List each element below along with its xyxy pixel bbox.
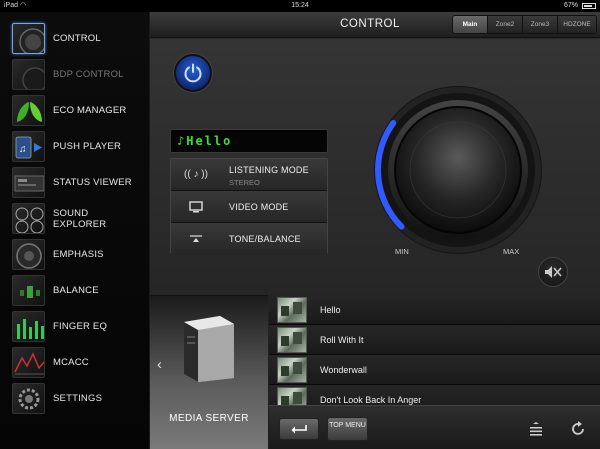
album-art	[277, 327, 307, 353]
mode-label: TONE/BALANCE	[229, 234, 301, 244]
push-player-icon: ♫	[12, 131, 45, 162]
main-panel: CONTROL Main Zone2 Zone3 HDZONE ♪Hello (…	[150, 12, 600, 449]
volume-knob[interactable]	[372, 84, 544, 256]
volume-max-label: MAX	[503, 247, 520, 256]
album-art	[277, 387, 307, 405]
sidebar-item-label: MCACC	[53, 357, 89, 368]
control-area: ♪Hello (( ♪ )) LISTENING MODE STEREO VID…	[150, 39, 600, 294]
sidebar-item-label: SOUND EXPLORER	[53, 207, 107, 230]
mode-label: LISTENING MODE	[229, 165, 309, 175]
finger-eq-icon	[12, 311, 45, 342]
tone-balance-icon	[183, 223, 209, 254]
sidebar-item-label: BDP CONTROL	[53, 69, 124, 80]
settings-icon	[12, 383, 45, 414]
listening-mode-button[interactable]: (( ♪ )) LISTENING MODE STEREO	[171, 159, 327, 191]
sidebar-item-push-player[interactable]: ♫ PUSH PLAYER	[0, 129, 150, 164]
refresh-button[interactable]	[567, 418, 589, 440]
track-title: Roll With It	[320, 335, 364, 345]
track-title: Hello	[320, 305, 341, 315]
track-title: Don't Look Back In Anger	[320, 395, 422, 405]
listening-mode-value: STEREO	[229, 178, 260, 187]
battery-icon	[582, 3, 596, 9]
emphasis-icon	[12, 239, 45, 270]
tab-zone3[interactable]: Zone3	[523, 16, 558, 33]
sidebar-item-label: PUSH PLAYER	[53, 141, 122, 152]
album-art	[277, 297, 307, 323]
refresh-icon	[572, 421, 584, 435]
video-mode-button[interactable]: VIDEO MODE	[171, 191, 327, 223]
sidebar: CONTROL BDP CONTROL ECO MANAGER ♫ PUSH P…	[0, 12, 150, 449]
list-menu-button[interactable]	[525, 418, 547, 440]
mode-panel: (( ♪ )) LISTENING MODE STEREO VIDEO MODE…	[170, 158, 328, 255]
sidebar-item-balance[interactable]: BALANCE	[0, 273, 150, 308]
sidebar-item-control[interactable]: CONTROL	[0, 21, 150, 56]
status-display: ♪Hello	[170, 129, 328, 153]
return-arrow-icon	[291, 425, 307, 434]
sidebar-item-label: CONTROL	[53, 33, 101, 44]
sidebar-item-label: BALANCE	[53, 285, 99, 296]
bottom-toolbar: TOP MENU	[269, 405, 600, 449]
sound-explorer-icon	[12, 203, 45, 234]
sidebar-item-mcacc[interactable]: MCACC	[0, 345, 150, 380]
track-row[interactable]: Hello	[269, 295, 600, 325]
chevron-left-icon[interactable]: ‹	[157, 356, 162, 373]
sidebar-item-status-viewer[interactable]: STATUS VIEWER	[0, 165, 150, 200]
zone-tabs: Main Zone2 Zone3 HDZONE	[452, 15, 597, 34]
svg-text:♫: ♫	[19, 144, 27, 155]
sidebar-item-sound-explorer[interactable]: SOUND EXPLORER	[0, 201, 150, 236]
status-bar: iPad ◠ 15:24 67%	[0, 0, 600, 12]
sidebar-item-finger-eq[interactable]: FINGER EQ	[0, 309, 150, 344]
page-title: CONTROL	[340, 18, 400, 30]
control-icon	[12, 23, 45, 54]
album-art	[277, 357, 307, 383]
tab-zone2[interactable]: Zone2	[488, 16, 523, 33]
sidebar-item-label: EMPHASIS	[53, 249, 104, 260]
battery-percent: 67%	[563, 2, 578, 9]
sidebar-item-label: ECO MANAGER	[53, 105, 127, 116]
bdp-control-icon	[12, 59, 45, 90]
track-row[interactable]: Don't Look Back In Anger	[269, 385, 600, 405]
status-viewer-icon	[12, 167, 45, 198]
sidebar-item-eco-manager[interactable]: ECO MANAGER	[0, 93, 150, 128]
mute-button[interactable]	[538, 257, 568, 287]
sidebar-item-settings[interactable]: SETTINGS	[0, 381, 150, 416]
sidebar-item-label: STATUS VIEWER	[53, 177, 132, 188]
top-menu-button[interactable]: TOP MENU	[327, 417, 368, 441]
mode-label: VIDEO MODE	[229, 202, 289, 212]
balance-icon	[12, 275, 45, 306]
list-icon	[530, 422, 542, 436]
listening-mode-icon: (( ♪ ))	[184, 169, 208, 180]
tab-hdzone[interactable]: HDZONE	[558, 16, 596, 33]
tab-main[interactable]: Main	[453, 16, 488, 33]
track-row[interactable]: Roll With It	[269, 325, 600, 355]
tone-balance-button[interactable]: TONE/BALANCE	[171, 223, 327, 255]
eco-leaf-icon	[12, 95, 45, 126]
return-button[interactable]	[279, 418, 319, 440]
sidebar-item-label: SETTINGS	[53, 393, 103, 404]
header-bar: CONTROL Main Zone2 Zone3 HDZONE	[150, 12, 600, 38]
media-server-panel[interactable]: ‹ MEDIA SERVER	[150, 295, 268, 449]
clock: 15:24	[291, 2, 309, 9]
mcacc-icon	[12, 347, 45, 378]
sidebar-item-label: FINGER EQ	[53, 321, 108, 332]
volume-min-label: MIN	[395, 247, 409, 256]
speaker-mute-icon	[545, 266, 562, 278]
track-list: Hello Roll With It Wonderwall Don't Look…	[269, 295, 600, 405]
sidebar-item-emphasis[interactable]: EMPHASIS	[0, 237, 150, 272]
server-icon	[184, 316, 234, 382]
track-row[interactable]: Wonderwall	[269, 355, 600, 385]
monitor-icon	[183, 191, 209, 222]
power-button[interactable]	[174, 54, 212, 92]
media-source-label: MEDIA SERVER	[169, 413, 249, 424]
track-title: Wonderwall	[320, 365, 367, 375]
power-icon	[184, 63, 202, 83]
sidebar-item-bdp-control[interactable]: BDP CONTROL	[0, 57, 150, 92]
